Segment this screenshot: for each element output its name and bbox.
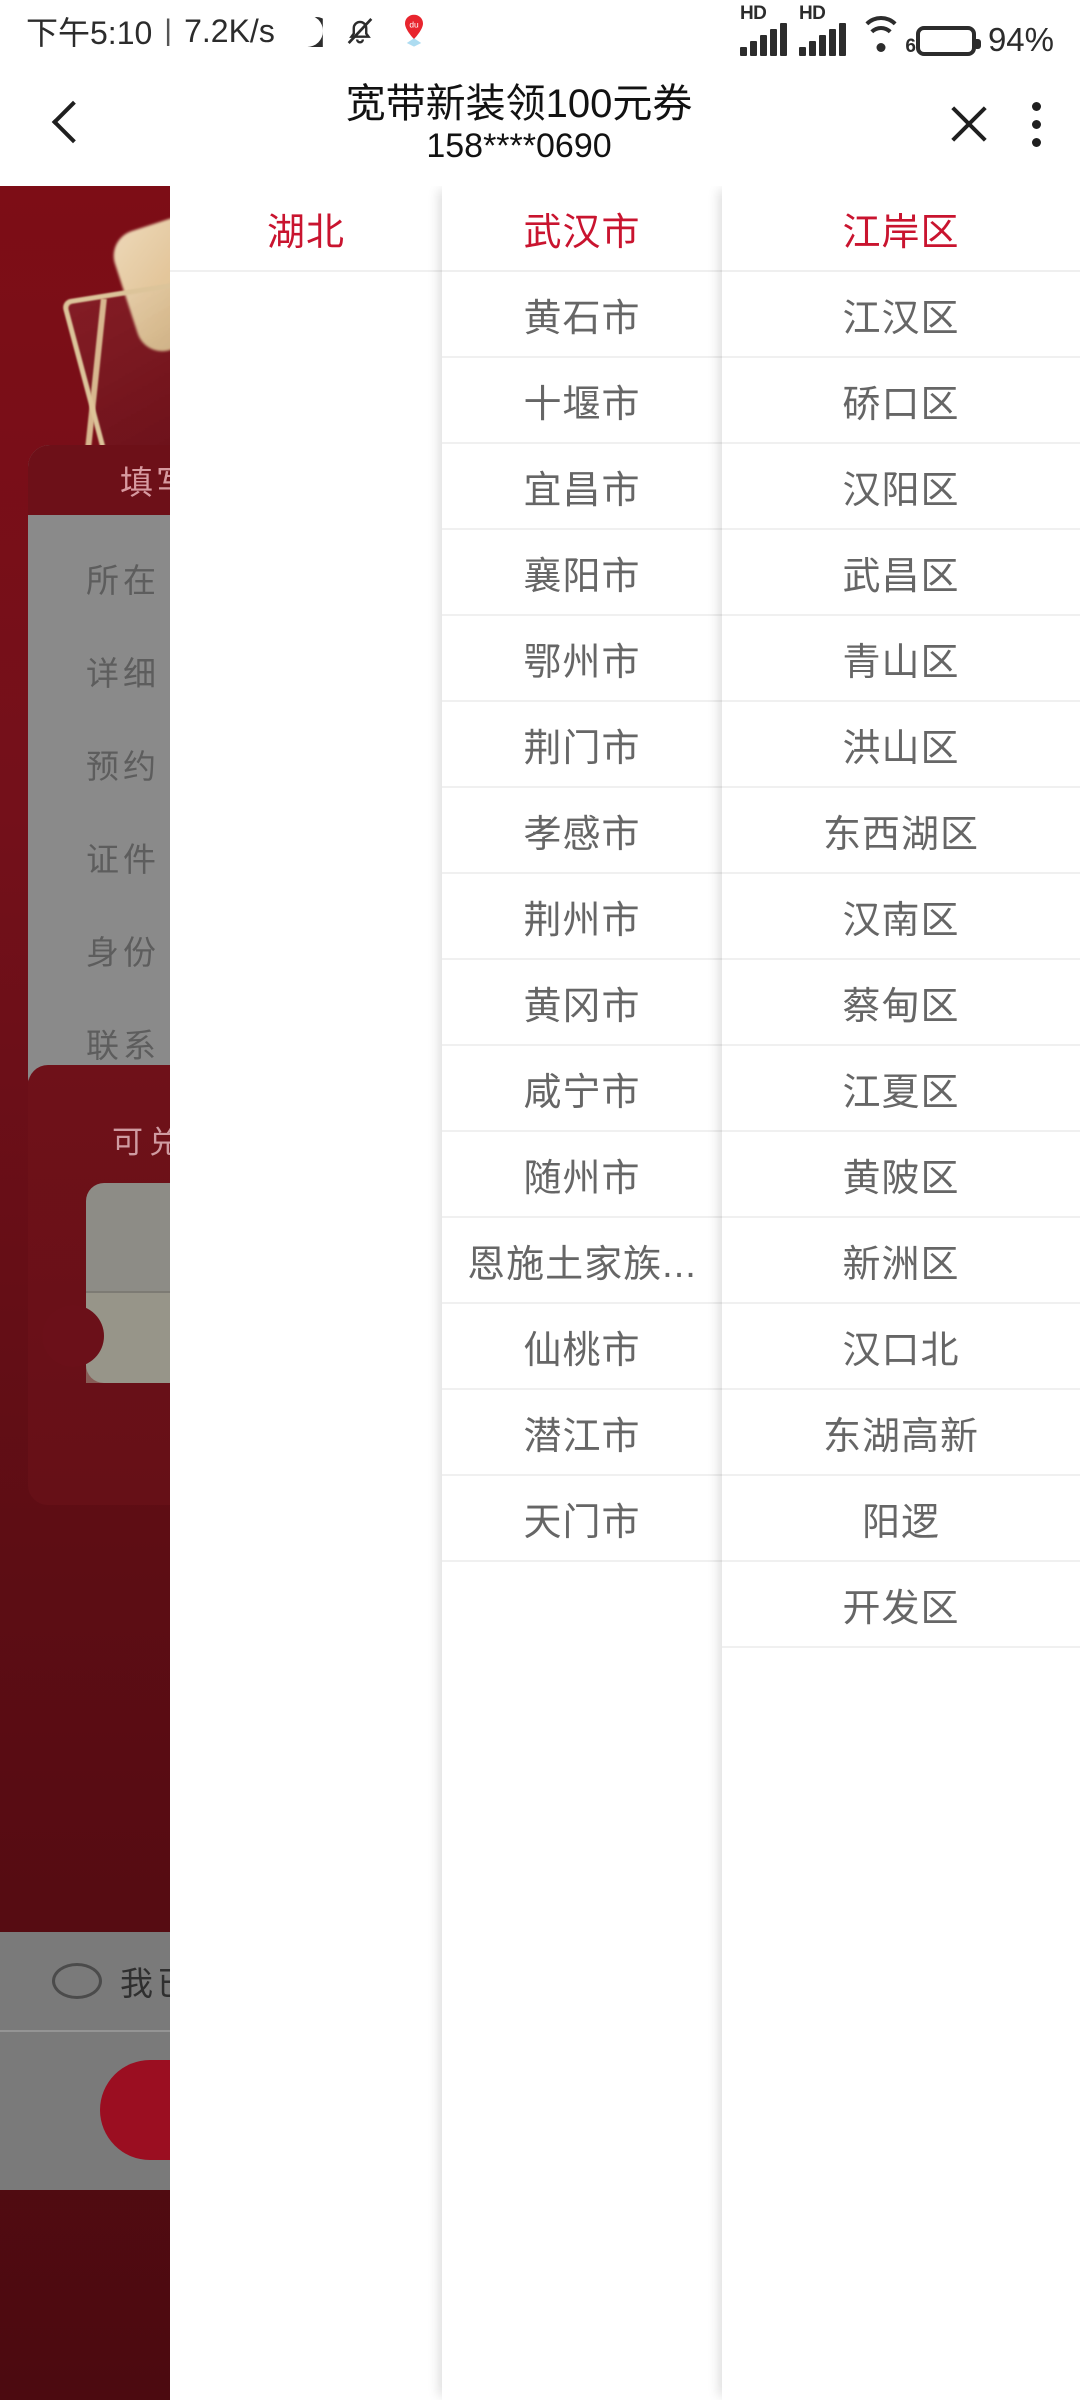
status-network-speed: 7.2K/s bbox=[184, 12, 275, 49]
picker-item-district[interactable]: 江岸区 bbox=[722, 186, 1080, 272]
picker-item-city[interactable]: 潜江市 bbox=[442, 1390, 722, 1476]
title-block: 宽带新装领100元券 158****0690 bbox=[96, 82, 942, 167]
picker-item-district[interactable]: 武昌区 bbox=[722, 530, 1080, 616]
picker-item-district[interactable]: 汉口北 bbox=[722, 1304, 1080, 1390]
title-bar: 宽带新装领100元券 158****0690 bbox=[0, 62, 1080, 186]
picker-column-district[interactable]: 江岸区 江汉区 硚口区 汉阳区 武昌区 青山区 洪山区 东西湖区 汉南区 蔡甸区 江夏区 黄陂区 新洲区… bbox=[722, 186, 1080, 2400]
status-separator: | bbox=[164, 14, 173, 47]
background-ticket-notch bbox=[42, 1305, 104, 1367]
more-vertical-icon[interactable] bbox=[1032, 101, 1046, 147]
picker-item-city[interactable]: 随州市 bbox=[442, 1132, 722, 1218]
picker-item-city[interactable]: 十堰市 bbox=[442, 358, 722, 444]
picker-item-district[interactable]: 硚口区 bbox=[722, 358, 1080, 444]
picker-item-district[interactable]: 蔡甸区 bbox=[722, 960, 1080, 1046]
picker-item-city[interactable]: 黄石市 bbox=[442, 272, 722, 358]
svg-text:du: du bbox=[409, 19, 419, 29]
wifi-icon: 6 bbox=[858, 15, 916, 57]
picker-item-district[interactable]: 东西湖区 bbox=[722, 788, 1080, 874]
picker-item-district[interactable]: 洪山区 bbox=[722, 702, 1080, 788]
status-time: 下午5:10 bbox=[26, 15, 153, 51]
location-pin-icon: du bbox=[404, 14, 423, 47]
hd-label-sim2: HD bbox=[798, 2, 826, 24]
picker-item-city[interactable]: 天门市 bbox=[442, 1476, 722, 1562]
top-bars: 下午5:10 | 7.2K/s du HD HD 6 94% 宽带新装领100元… bbox=[0, 0, 1080, 186]
hd-label-sim1: HD bbox=[739, 2, 767, 24]
radio-unchecked-icon bbox=[52, 1963, 102, 1999]
moon-icon bbox=[291, 15, 323, 47]
picker-item-city[interactable]: 武汉市 bbox=[442, 186, 722, 272]
page-title: 宽带新装领100元券 bbox=[345, 81, 693, 126]
picker-item-province[interactable]: 湖北 bbox=[170, 186, 442, 272]
status-bar-left: 下午5:10 | 7.2K/s du bbox=[26, 8, 429, 54]
picker-item-city[interactable]: 鄂州市 bbox=[442, 616, 722, 702]
signal-sim2-icon: HD bbox=[798, 3, 846, 56]
picker-item-city[interactable]: 宜昌市 bbox=[442, 444, 722, 530]
wifi-generation-label: 6 bbox=[905, 35, 916, 57]
status-bar: 下午5:10 | 7.2K/s du HD HD 6 94% bbox=[0, 0, 1080, 62]
battery-icon bbox=[915, 25, 981, 56]
status-bar-right: HD HD 6 94% bbox=[739, 3, 1054, 58]
picker-item-city[interactable]: 襄阳市 bbox=[442, 530, 722, 616]
picker-column-province[interactable]: 湖北 bbox=[170, 186, 442, 2400]
picker-item-city[interactable]: 黄冈市 bbox=[442, 960, 722, 1046]
close-icon[interactable] bbox=[942, 97, 996, 151]
picker-item-city[interactable]: 恩施土家族... bbox=[442, 1218, 722, 1304]
picker-item-city[interactable]: 仙桃市 bbox=[442, 1304, 722, 1390]
picker-item-city[interactable]: 咸宁市 bbox=[442, 1046, 722, 1132]
signal-sim1-icon: HD bbox=[739, 3, 787, 56]
picker-item-district[interactable]: 东湖高新 bbox=[722, 1390, 1080, 1476]
battery-percent: 94% bbox=[987, 20, 1054, 58]
picker-column-city[interactable]: 武汉市 黄石市 十堰市 宜昌市 襄阳市 鄂州市 荆门市 孝感市 荆州市 黄冈市 咸宁市 随州市 恩施土家… bbox=[442, 186, 722, 2400]
back-chevron-icon[interactable] bbox=[34, 93, 96, 155]
picker-item-city[interactable]: 荆州市 bbox=[442, 874, 722, 960]
picker-item-district[interactable]: 汉南区 bbox=[722, 874, 1080, 960]
bell-muted-icon bbox=[347, 18, 373, 44]
picker-item-district[interactable]: 汉阳区 bbox=[722, 444, 1080, 530]
picker-item-city[interactable]: 荆门市 bbox=[442, 702, 722, 788]
title-bar-actions bbox=[942, 97, 1046, 151]
picker-item-district[interactable]: 新洲区 bbox=[722, 1218, 1080, 1304]
picker-item-city[interactable]: 孝感市 bbox=[442, 788, 722, 874]
picker-item-district[interactable]: 江夏区 bbox=[722, 1046, 1080, 1132]
picker-item-district[interactable]: 阳逻 bbox=[722, 1476, 1080, 1562]
picker-item-district[interactable]: 江汉区 bbox=[722, 272, 1080, 358]
region-picker[interactable]: 湖北 武汉市 黄石市 十堰市 宜昌市 襄阳市 鄂州市 荆门市 孝感市 荆州市 黄冈市 咸宁市 随州市恩… bbox=[170, 186, 1080, 2400]
picker-item-district[interactable]: 青山区 bbox=[722, 616, 1080, 702]
picker-item-district[interactable]: 黄陂区 bbox=[722, 1132, 1080, 1218]
picker-item-district[interactable]: 开发区 bbox=[722, 1562, 1080, 1648]
page-subtitle: 158****0690 bbox=[426, 127, 612, 166]
